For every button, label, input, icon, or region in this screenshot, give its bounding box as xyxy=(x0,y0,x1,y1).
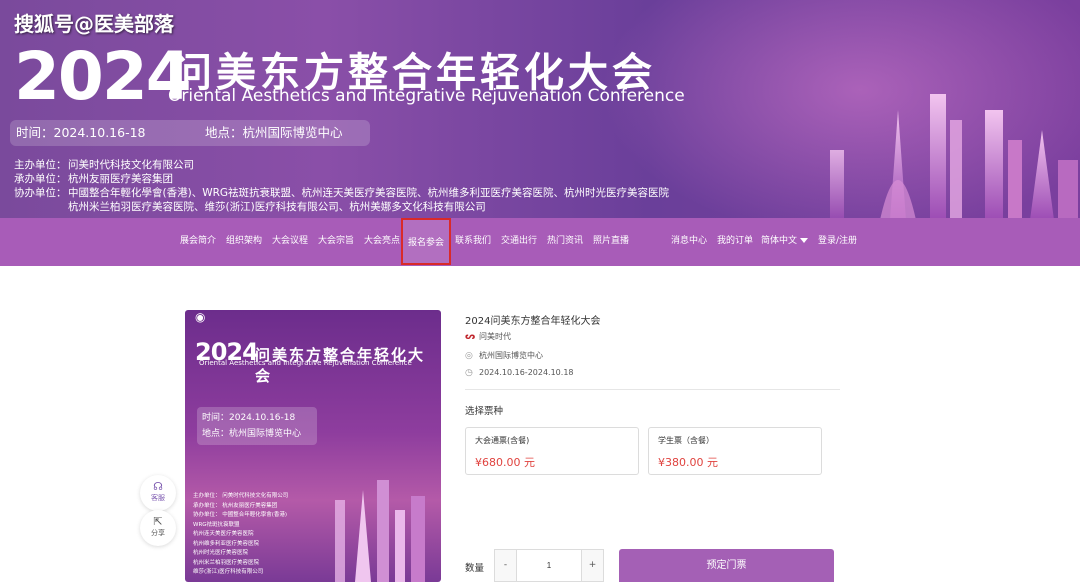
nav-item-login[interactable]: 登录/注册 xyxy=(818,218,857,266)
banner-time: 时间：2024.10.16-18 xyxy=(16,125,146,140)
banner-year: 2024 xyxy=(14,38,192,115)
poster-location: 地点：杭州国际博览中心 xyxy=(202,429,302,439)
nav-item-organization[interactable]: 组织架构 xyxy=(226,218,262,266)
nav-item-news[interactable]: 热门资讯 xyxy=(547,218,583,266)
customer-service-button[interactable]: ☊ 客服 xyxy=(140,475,176,511)
nav-item-orders[interactable]: 我的订单 xyxy=(717,218,753,266)
organizer-line: 协办单位： 中國整合年輕化學會(香港)、WRG祛斑抗衰联盟、杭州连天美医疗美容医院… xyxy=(14,187,670,199)
ticket-type-label: 选择票种 xyxy=(465,406,504,417)
main-nav: 展会简介 组织架构 大会议程 大会宗旨 大会亮点 报名参会 联系我们 交通出行 … xyxy=(0,218,1080,266)
nav-item-highlights[interactable]: 大会亮点 xyxy=(364,218,400,266)
poster-time: 时间：2024.10.16-18 xyxy=(202,413,296,423)
poster-skyline-illustration xyxy=(335,480,425,582)
banner-info-pill: 时间：2024.10.16-18 地点：杭州国际博览中心 xyxy=(10,120,370,146)
increment-button[interactable]: + xyxy=(581,550,603,581)
event-title: 2024问美东方整合年轻化大会 xyxy=(465,316,601,327)
ticket-price: ¥380.00 元 xyxy=(658,456,718,469)
organizer-logo-icon: ᔕ xyxy=(465,332,476,342)
share-label: 分享 xyxy=(151,529,165,537)
ticket-price: ¥680.00 元 xyxy=(475,456,535,469)
event-poster: ◉ 2024 问美东方整合年轻化大会 Oriental Aesthetics a… xyxy=(185,310,441,582)
nav-item-contact[interactable]: 联系我们 xyxy=(455,218,491,266)
divider xyxy=(465,389,840,390)
ticket-name: 学生票（含餐） xyxy=(658,436,714,445)
poster-info-pill: 时间：2024.10.16-18 地点：杭州国际博览中心 xyxy=(197,407,317,445)
decrement-button[interactable]: - xyxy=(495,550,517,581)
nav-item-messages[interactable]: 消息中心 xyxy=(671,218,707,266)
ticket-option-student[interactable]: 学生票（含餐） ¥380.00 元 xyxy=(648,427,822,475)
nav-item-registration[interactable]: 报名参会 xyxy=(401,218,452,265)
event-organizer: ᔕ 问美时代 xyxy=(465,332,511,342)
language-select[interactable]: 简体中文 xyxy=(761,218,809,266)
nav-item-agenda[interactable]: 大会议程 xyxy=(272,218,308,266)
location-pin-icon: ◎ xyxy=(465,351,473,361)
share-icon: ⇱ xyxy=(153,515,163,528)
headset-icon: ☊ xyxy=(153,480,163,493)
poster-title-en: Oriental Aesthetics and Integrative Reju… xyxy=(199,359,412,367)
nav-item-purpose[interactable]: 大会宗旨 xyxy=(318,218,354,266)
nav-item-transport[interactable]: 交通出行 xyxy=(501,218,537,266)
organizer-line: 承办单位： 杭州友丽医疗美容集团 xyxy=(14,173,173,185)
nav-item-photos[interactable]: 照片直播 xyxy=(593,218,629,266)
event-dates: ◷ 2024.10.16-2024.10.18 xyxy=(465,368,574,378)
organizer-line: 主办单位： 问美时代科技文化有限公司 xyxy=(14,159,194,171)
nav-item-intro[interactable]: 展会简介 xyxy=(180,218,216,266)
event-venue: ◎ 杭州国际博览中心 xyxy=(465,351,543,361)
poster-organizers: 主办单位： 问美时代科技文化有限公司 承办单位： 杭州友丽医疗美容集团 协办单位… xyxy=(193,493,289,575)
chevron-down-icon xyxy=(800,238,809,243)
book-ticket-button[interactable]: 预定门票 xyxy=(619,549,834,582)
quantity-input[interactable] xyxy=(517,550,581,581)
banner-location: 地点：杭州国际博览中心 xyxy=(205,125,343,140)
ticket-name: 大会通票(含餐) xyxy=(475,436,530,445)
city-skyline-illustration xyxy=(830,94,1078,218)
quantity-label: 数量 xyxy=(465,563,485,574)
share-button[interactable]: ⇱ 分享 xyxy=(140,510,176,546)
quantity-stepper: - + xyxy=(494,549,604,582)
poster-logo-icon: ◉ xyxy=(195,310,206,324)
watermark: 搜狐号@医美部落 xyxy=(14,12,174,36)
banner-title-en: Oriental Aesthetics and Integrative Reju… xyxy=(168,86,685,106)
language-label: 简体中文 xyxy=(761,236,798,246)
customer-service-label: 客服 xyxy=(151,494,165,502)
clock-icon: ◷ xyxy=(465,368,473,378)
ticket-option-general[interactable]: 大会通票(含餐) ¥680.00 元 xyxy=(465,427,639,475)
organizer-line: 杭州米兰柏羽医疗美容医院、维莎(浙江)医疗科技有限公司、杭州美娜多文化科技有限公… xyxy=(68,201,486,213)
